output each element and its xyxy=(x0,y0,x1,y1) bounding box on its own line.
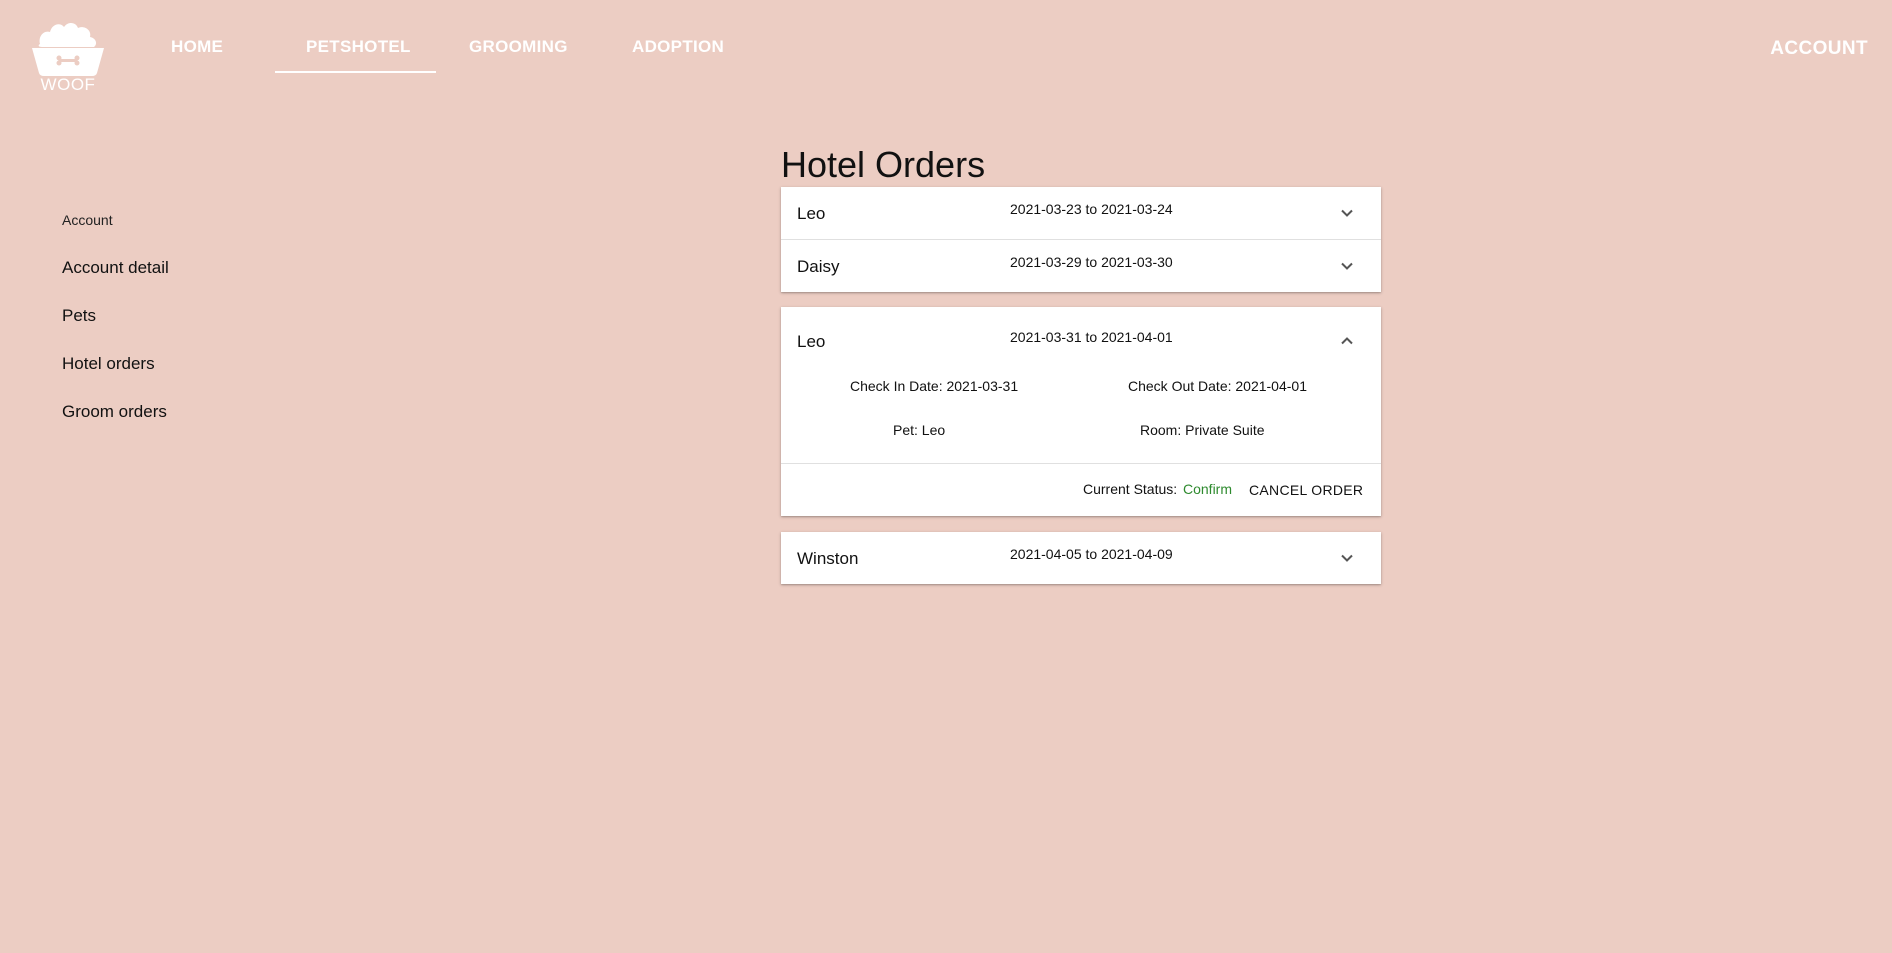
order-row[interactable]: Winston 2021-04-05 to 2021-04-09 xyxy=(781,532,1381,584)
order-actions: Current Status: Confirm CANCEL ORDER xyxy=(781,464,1381,516)
chevron-up-icon[interactable] xyxy=(1338,332,1356,350)
chevron-down-icon[interactable] xyxy=(1338,204,1356,222)
sidebar-item-pets[interactable]: Pets xyxy=(62,306,96,326)
order-row[interactable]: Leo 2021-03-31 to 2021-04-01 xyxy=(781,307,1381,367)
order-group: Leo 2021-03-23 to 2021-03-24 Daisy 2021-… xyxy=(781,187,1381,292)
pet-label: Pet: Leo xyxy=(893,422,946,438)
nav-petshotel[interactable]: PETSHOTEL xyxy=(306,37,411,57)
check-in-date: Check In Date: 2021-03-31 xyxy=(850,378,1019,394)
order-details: Check In Date: 2021-03-31 Check Out Date… xyxy=(781,367,1381,464)
logo[interactable]: WOOF xyxy=(30,18,106,94)
expanded-order: Leo 2021-03-31 to 2021-04-01 Check In Da… xyxy=(781,307,1381,516)
chevron-down-icon[interactable] xyxy=(1338,257,1356,275)
order-row[interactable]: Leo 2021-03-23 to 2021-03-24 xyxy=(781,187,1381,239)
order-row[interactable]: Daisy 2021-03-29 to 2021-03-30 xyxy=(781,239,1381,292)
order-dates: 2021-03-31 to 2021-04-01 xyxy=(1010,329,1173,345)
status-badge: Confirm xyxy=(1183,481,1233,497)
account-link[interactable]: ACCOUNT xyxy=(1770,38,1868,60)
order-dates: 2021-04-05 to 2021-04-09 xyxy=(1010,546,1173,562)
order-pet-name: Winston xyxy=(797,549,859,568)
order-pet-name: Daisy xyxy=(797,257,840,276)
logo-text: WOOF xyxy=(40,75,96,94)
sidebar-item-groom-orders[interactable]: Groom orders xyxy=(62,402,167,422)
order-dates: 2021-03-23 to 2021-03-24 xyxy=(1010,201,1173,217)
order-dates: 2021-03-29 to 2021-03-30 xyxy=(1010,254,1173,270)
sidebar-heading: Account xyxy=(62,212,113,228)
nav-grooming[interactable]: GROOMING xyxy=(469,37,568,57)
check-out-date: Check Out Date: 2021-04-01 xyxy=(1128,378,1307,394)
top-navigation: WOOF HOME PETSHOTEL GROOMING ADOPTION AC… xyxy=(0,0,1892,96)
order-group: Winston 2021-04-05 to 2021-04-09 xyxy=(781,532,1381,584)
dog-bowl-icon xyxy=(32,22,104,76)
order-pet-name: Leo xyxy=(797,204,826,223)
active-tab-indicator xyxy=(275,71,436,73)
room-label: Room: Private Suite xyxy=(1140,422,1265,438)
sidebar-item-account-detail[interactable]: Account detail xyxy=(62,258,169,278)
nav-adoption[interactable]: ADOPTION xyxy=(632,37,724,57)
page-title: Hotel Orders xyxy=(781,144,986,185)
order-pet-name: Leo xyxy=(797,332,826,351)
status-label: Current Status: xyxy=(1083,481,1178,497)
sidebar-item-hotel-orders[interactable]: Hotel orders xyxy=(62,354,155,374)
chevron-down-icon[interactable] xyxy=(1338,549,1356,567)
nav-home[interactable]: HOME xyxy=(171,37,223,57)
cancel-order-button[interactable]: CANCEL ORDER xyxy=(1241,473,1371,507)
